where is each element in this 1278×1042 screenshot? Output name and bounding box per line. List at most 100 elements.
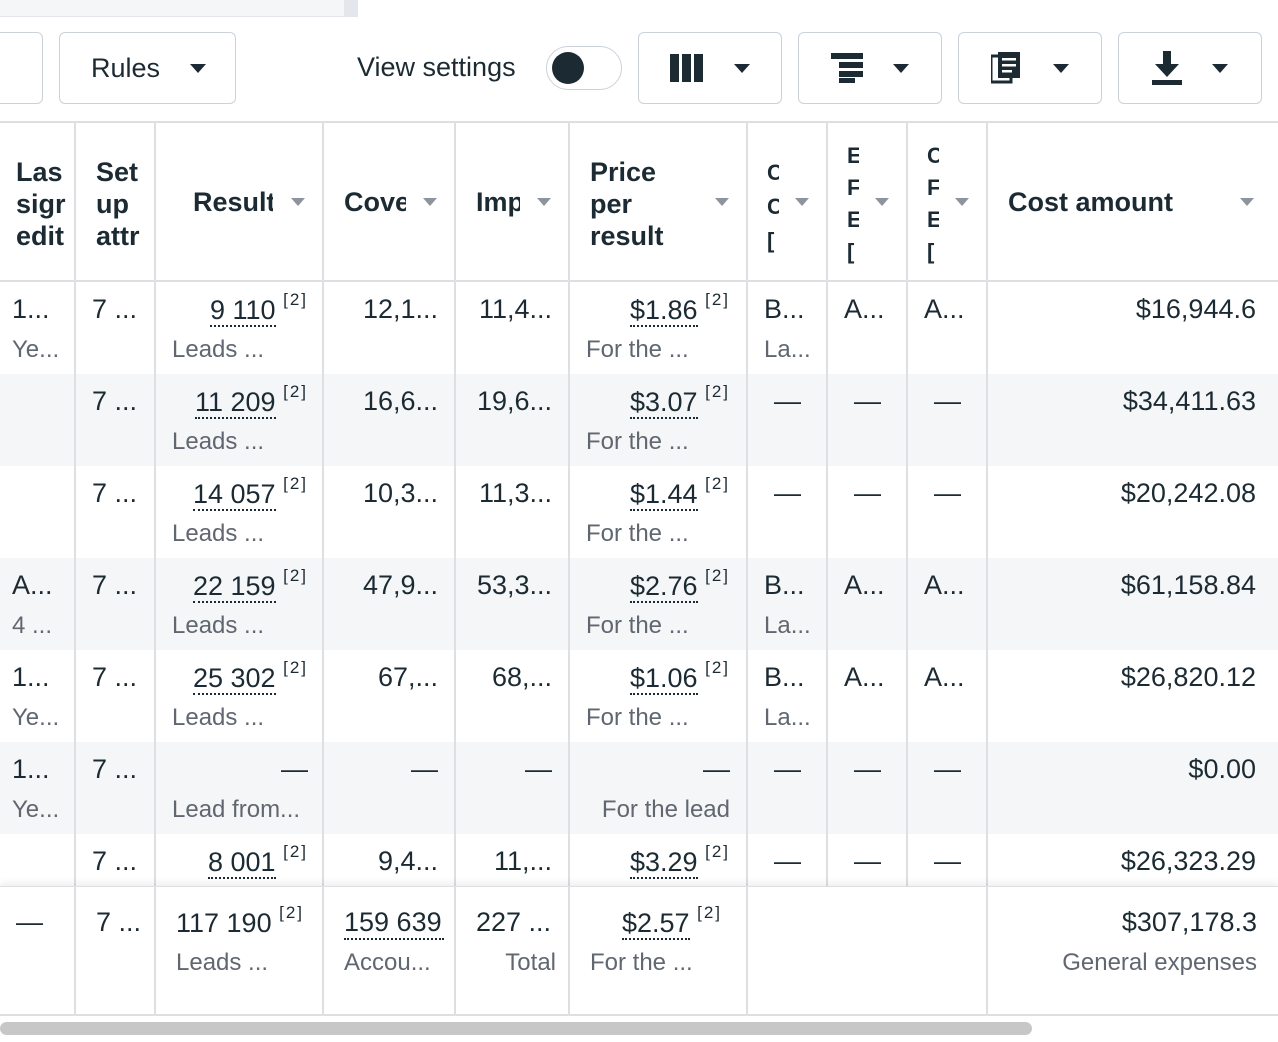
- chevron-down-icon: [1212, 63, 1228, 73]
- columns-icon: [670, 54, 703, 82]
- sort-caret-icon[interactable]: [423, 198, 437, 206]
- table-row[interactable]: 1... Ye... 7 ... 9 110 [2] Leads ... 12,1... 1…: [0, 282, 1278, 374]
- cell-last-edit: 1...: [12, 294, 50, 324]
- table-row[interactable]: 7 ... 14 057 [2] Leads ... 10,3... 11,3... $1…: [0, 466, 1278, 558]
- col-header-c3[interactable]: C F E [: [927, 140, 939, 268]
- column-divider: [454, 887, 456, 1015]
- columns-button[interactable]: [638, 32, 782, 104]
- cell-result: 25 302 [2]: [192, 658, 308, 695]
- cell-last-edit: 1...: [12, 662, 50, 692]
- sort-caret-icon[interactable]: [291, 198, 305, 206]
- top-panel-edge: [0, 0, 358, 17]
- cell-impressions: 68,...: [491, 662, 552, 692]
- cell-price-sub: For the ...: [586, 520, 689, 547]
- cell-c2: —: [854, 846, 881, 876]
- column-divider: [746, 887, 748, 1015]
- result-value[interactable]: 25 302: [192, 663, 276, 695]
- table-row[interactable]: 7 ... 11 209 [2] Leads ... 16,6... 19,6... $3…: [0, 374, 1278, 466]
- view-settings-toggle[interactable]: [546, 46, 622, 90]
- cell-c3: —: [934, 754, 961, 784]
- col-header-c1[interactable]: C C [: [767, 156, 779, 258]
- chevron-down-icon: [734, 63, 750, 73]
- table-row[interactable]: 1... Ye... 7 ... 25 302 [2] Leads ... 67,... 6…: [0, 650, 1278, 742]
- cell-setup: 7 ...: [92, 570, 138, 600]
- cell-result-sub: Leads ...: [172, 520, 265, 547]
- rules-button[interactable]: Rules: [59, 32, 236, 104]
- cell-result-sub: Lead from...: [172, 796, 301, 823]
- footer-price: $2.57 [2]: [622, 903, 722, 940]
- sort-caret-icon[interactable]: [955, 198, 969, 206]
- col-header-c2[interactable]: E F E [: [847, 140, 859, 268]
- result-value[interactable]: 8 001: [208, 847, 276, 879]
- cell-price-sub: For the ...: [586, 428, 689, 455]
- cell-price: —: [703, 754, 730, 785]
- cell-cost: $20,242.08: [1120, 478, 1256, 508]
- result-value[interactable]: 22 159: [192, 571, 276, 603]
- cell-last-edit: 1...: [12, 754, 50, 784]
- breakdown-icon: [831, 53, 863, 83]
- footer-bottom-border: [0, 1014, 1278, 1016]
- result-note: [2]: [283, 290, 308, 309]
- cell-price: $2.76 [2]: [630, 566, 730, 603]
- download-icon: [1152, 51, 1182, 85]
- cell-result: 8 001 [2]: [208, 842, 308, 879]
- footer-coverage[interactable]: 159 639: [344, 907, 444, 940]
- cell-c1-sub: La...: [764, 336, 811, 363]
- col-header-price-per-result[interactable]: Price per result: [590, 156, 700, 252]
- footer-coverage-sub: Accou...: [344, 949, 431, 976]
- price-note: [2]: [705, 474, 730, 493]
- footer-price-value[interactable]: $2.57: [622, 908, 690, 940]
- result-value[interactable]: 9 110: [210, 295, 276, 327]
- price-value[interactable]: $3.07: [630, 387, 698, 419]
- col-header-last-edit[interactable]: Las sigr edit: [16, 156, 72, 252]
- col-header-setup[interactable]: Set up attr: [96, 156, 152, 252]
- search-field-edge[interactable]: [0, 32, 43, 104]
- panel-divider: [344, 0, 358, 16]
- breakdown-button[interactable]: [798, 32, 942, 104]
- column-divider: [154, 887, 156, 1015]
- col-header-cost-amount[interactable]: Cost amount: [1008, 186, 1208, 218]
- result-note: [2]: [283, 566, 308, 585]
- sort-caret-icon[interactable]: [875, 198, 889, 206]
- reports-button[interactable]: [958, 32, 1102, 104]
- footer-setup: 7 ...: [96, 907, 142, 937]
- table-row[interactable]: A... 4 ... 7 ... 22 159 [2] Leads ... 47,9...…: [0, 558, 1278, 650]
- price-note: [2]: [705, 566, 730, 585]
- sort-caret-icon[interactable]: [795, 198, 809, 206]
- price-value[interactable]: $2.76: [630, 571, 698, 603]
- price-value[interactable]: $1.86: [630, 295, 698, 327]
- cell-c1: B...: [764, 294, 805, 324]
- footer-cost: $307,178.3: [1121, 907, 1257, 937]
- cell-price: $1.44 [2]: [630, 474, 730, 511]
- price-value[interactable]: $1.44: [630, 479, 698, 511]
- export-button[interactable]: [1118, 32, 1262, 104]
- cell-result-sub: Leads ...: [172, 336, 265, 363]
- cell-c2: —: [854, 386, 881, 416]
- price-note: [2]: [705, 382, 730, 401]
- cell-result-sub: Leads ...: [172, 612, 265, 639]
- cell-c1: —: [774, 478, 801, 508]
- sort-caret-icon[interactable]: [1240, 198, 1254, 206]
- price-value[interactable]: $3.29: [630, 847, 698, 879]
- sort-caret-icon[interactable]: [537, 198, 551, 206]
- cell-impressions: 11,...: [493, 846, 552, 876]
- table-row[interactable]: 1... Ye... 7 ... — Lead from... — — — For the le…: [0, 742, 1278, 834]
- cell-c1: B...: [764, 662, 805, 692]
- result-value[interactable]: 14 057: [192, 479, 276, 511]
- rules-label: Rules: [91, 52, 161, 83]
- chevron-down-icon: [190, 63, 207, 73]
- cell-cost: $0.00: [1188, 754, 1256, 784]
- cell-c1: —: [774, 754, 801, 784]
- col-header-results[interactable]: Result: [193, 186, 273, 218]
- horizontal-scrollbar[interactable]: [0, 1022, 1032, 1035]
- cell-c3: A...: [924, 294, 965, 324]
- cell-price-sub: For the ...: [586, 704, 689, 731]
- footer-result: 117 190 [2]: [176, 903, 304, 939]
- price-value[interactable]: $1.06: [630, 663, 698, 695]
- result-note: [2]: [283, 474, 308, 493]
- col-header-coverage[interactable]: Cove: [344, 186, 406, 218]
- result-value[interactable]: 11 209: [195, 387, 276, 419]
- table-top-border: [0, 121, 1278, 123]
- sort-caret-icon[interactable]: [715, 198, 729, 206]
- col-header-impressions[interactable]: Imp: [476, 186, 520, 218]
